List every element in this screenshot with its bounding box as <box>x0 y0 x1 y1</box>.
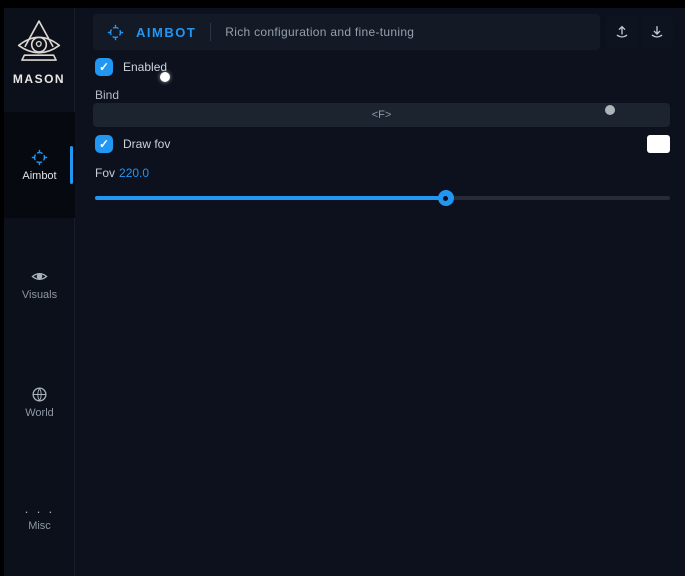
brand-logo: MASON <box>4 18 74 86</box>
page-title: AIMBOT <box>136 25 196 40</box>
fov-label: Fov <box>95 166 115 180</box>
mouse-cursor-dot <box>160 72 170 82</box>
check-icon: ✓ <box>99 60 109 74</box>
sidebar-item-misc[interactable]: · · · Misc <box>4 494 75 546</box>
download-icon <box>649 24 665 40</box>
fov-color-swatch[interactable] <box>647 135 670 153</box>
draw-fov-checkbox[interactable]: ✓ <box>95 135 113 153</box>
enabled-checkbox[interactable]: ✓ <box>95 58 113 76</box>
sidebar-item-world[interactable]: World <box>4 376 75 428</box>
import-config-button[interactable] <box>641 16 673 48</box>
globe-icon <box>31 386 48 403</box>
page-header: AIMBOT Rich configuration and fine-tunin… <box>93 14 600 50</box>
bind-input-dot <box>605 105 615 115</box>
check-icon: ✓ <box>99 137 109 151</box>
bind-value: <F> <box>372 109 392 121</box>
bind-label: Bind <box>95 88 119 102</box>
fov-slider[interactable] <box>95 188 670 208</box>
export-config-button[interactable] <box>606 16 638 48</box>
main-panel: AIMBOT Rich configuration and fine-tunin… <box>93 8 670 576</box>
draw-fov-row: ✓ Draw fov <box>95 135 170 153</box>
sidebar-item-label: World <box>25 407 54 419</box>
header-divider <box>210 23 211 41</box>
sidebar: MASON Aimbot Visuals World <box>4 8 75 576</box>
enabled-label: Enabled <box>123 60 167 74</box>
brand-name: MASON <box>13 72 65 86</box>
active-tab-indicator <box>70 146 73 184</box>
ellipsis-icon: · · · <box>24 508 54 516</box>
sidebar-item-aimbot[interactable]: Aimbot <box>4 112 75 218</box>
fov-slider-handle[interactable] <box>438 190 454 206</box>
fov-label-row: Fov 220.0 <box>95 166 149 180</box>
fov-value: 220.0 <box>119 166 149 180</box>
enabled-row: ✓ Enabled <box>95 58 167 76</box>
pyramid-eye-icon <box>13 18 65 68</box>
upload-icon <box>614 24 630 40</box>
crosshair-icon <box>107 24 124 41</box>
sidebar-item-label: Misc <box>28 520 51 532</box>
page-subtitle: Rich configuration and fine-tuning <box>225 25 414 39</box>
sidebar-item-label: Visuals <box>22 289 57 301</box>
sidebar-item-label: Aimbot <box>22 170 56 182</box>
draw-fov-label: Draw fov <box>123 137 170 151</box>
app-window: MASON Aimbot Visuals World <box>4 8 685 576</box>
crosshair-icon <box>31 149 48 166</box>
sidebar-item-visuals[interactable]: Visuals <box>4 258 75 310</box>
bind-input[interactable]: <F> <box>93 103 670 127</box>
fov-slider-fill <box>95 196 446 200</box>
eye-icon <box>31 268 48 285</box>
